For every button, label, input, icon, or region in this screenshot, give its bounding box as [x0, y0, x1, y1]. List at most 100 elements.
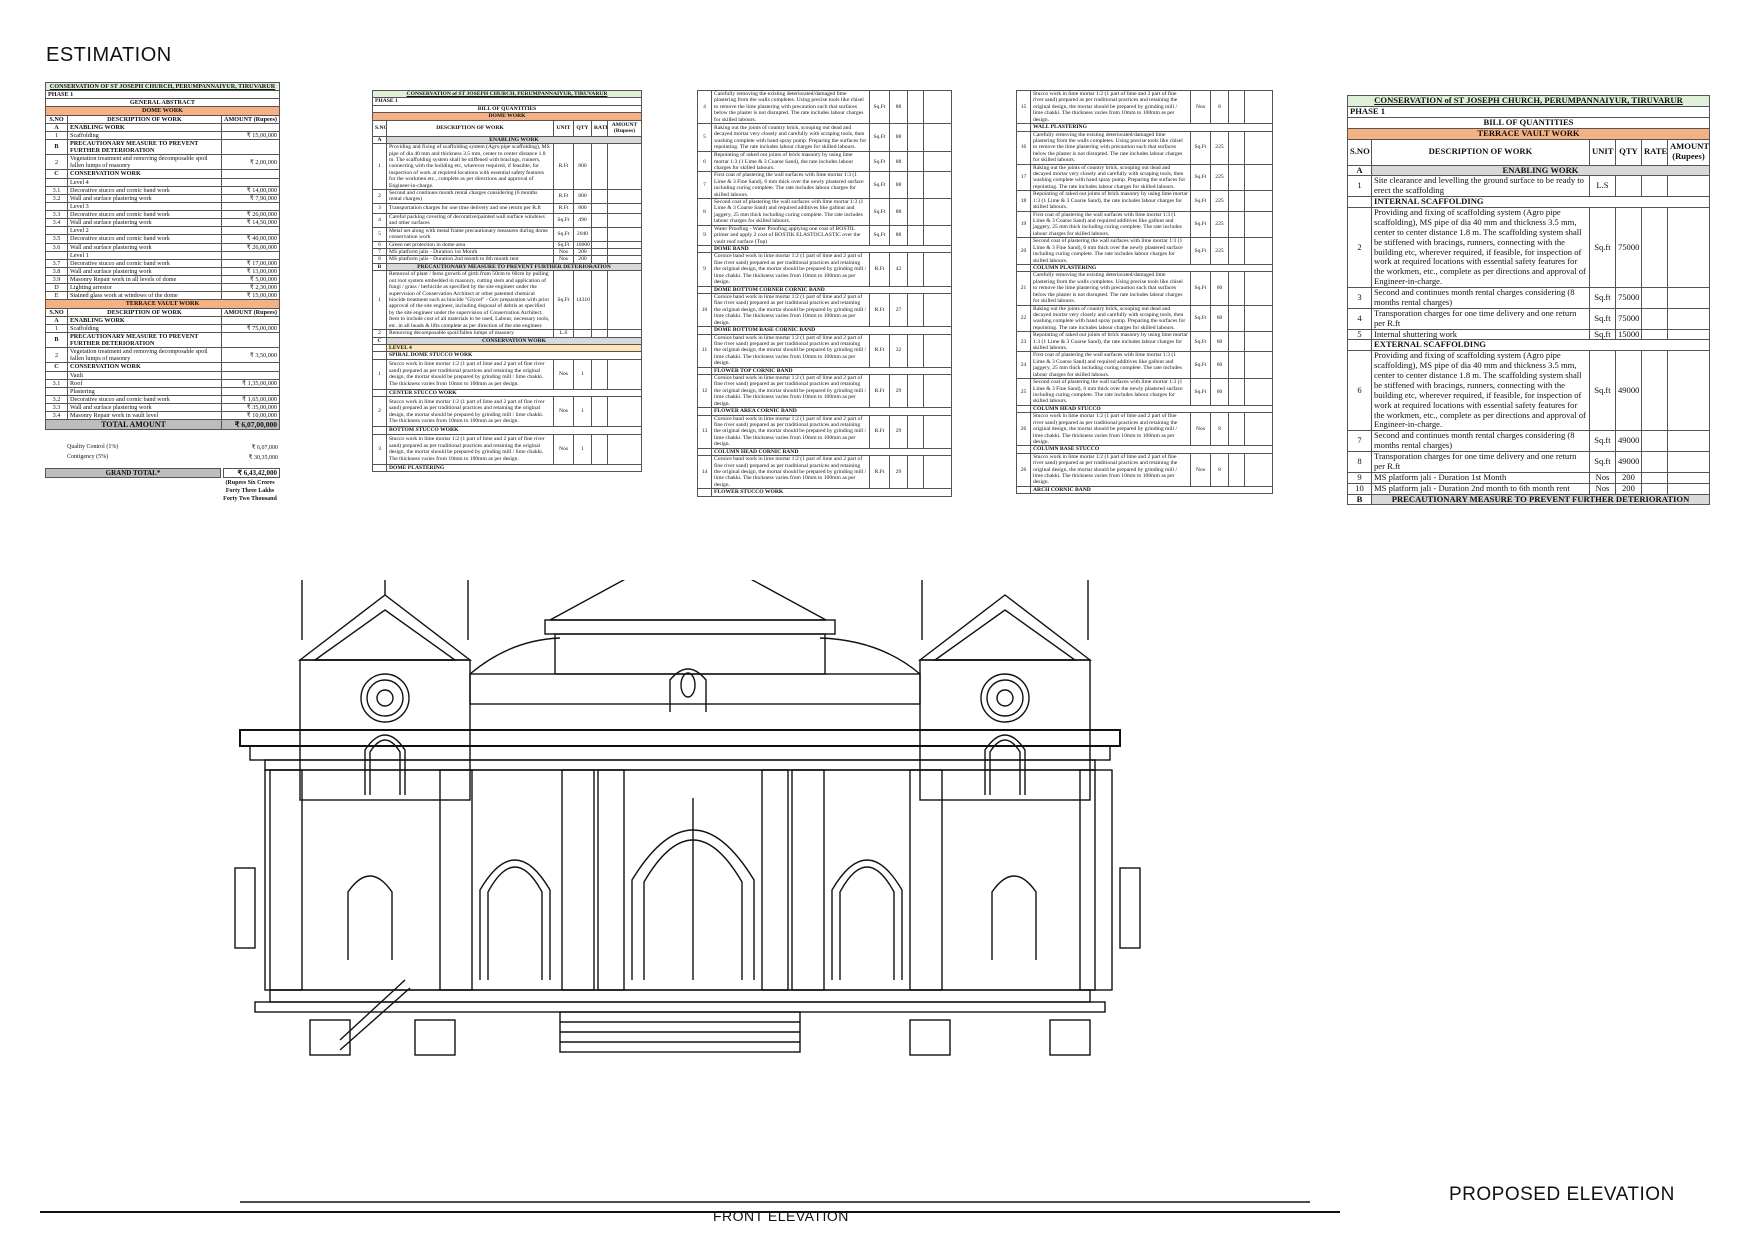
cell-desc: COLUMN HEAD STUCCO	[1030, 404, 1273, 414]
cell-qty: 10000	[572, 240, 592, 250]
cell-amt	[220, 370, 280, 380]
cell-amt	[1244, 190, 1273, 212]
cell-rate	[1228, 190, 1245, 212]
cell-rate	[907, 198, 924, 226]
abstract-title: CONSERVATION OF ST JOSEPH CHURCH, PERUMP…	[45, 82, 280, 92]
right-tower	[915, 539, 1095, 801]
cell-amt	[1666, 328, 1710, 341]
table-row: 23 Repointing of raked out joints of bric…	[1016, 331, 1273, 353]
table-row: B PRECAUTIONARY MEASURE TO PREVENT FURTHE…	[1347, 493, 1710, 506]
cell-rate	[1228, 331, 1245, 353]
cell-unit: Sq.ft	[1588, 430, 1616, 452]
cell-qty: 490	[572, 212, 592, 228]
table-row: 14 Cornice band work in lime mortar 1:2 (…	[697, 455, 952, 490]
table-row: 3 Second and continues month rental charg…	[1347, 287, 1710, 309]
cell-qty: 49000	[1614, 350, 1642, 432]
cell-qty: 29	[889, 414, 908, 449]
table-row: 24 First coat of plastering the wall surf…	[1016, 351, 1273, 380]
proposed-elevation-caption: PROPOSED ELEVATION	[1449, 1184, 1675, 1205]
cell-rate	[907, 90, 924, 125]
table-row: 22 Raking out the joints of country brick…	[1016, 304, 1273, 333]
cell-unit: Sq.Ft	[869, 198, 890, 226]
cell-rate	[590, 212, 608, 228]
cell-qty: 225	[1210, 130, 1229, 165]
cell-sno: 7	[697, 171, 712, 200]
cell-rate	[907, 414, 924, 449]
table-row: 3.4 Masonry Repair work in vault level ₹ 1…	[45, 411, 280, 421]
cell-desc: Cornice band work in lime mortar 1:2 (1 …	[711, 333, 870, 368]
boq-terrace-sheet: CONSERVATION of ST JOSEPH CHURCH, PERUMP…	[1347, 95, 1710, 525]
cell-sno	[1016, 404, 1031, 414]
cell-desc: Stucco work in lime mortar 1:2 (1 part o…	[1030, 90, 1191, 125]
cell-sno: 3.1	[45, 185, 68, 195]
cell-sno: 5	[697, 123, 712, 153]
cell-desc: Scaffolding	[67, 130, 222, 140]
cell-sno	[372, 426, 387, 435]
cell-sno	[45, 386, 68, 396]
cell-sno: A	[372, 135, 387, 145]
cell-qty: 75000	[1614, 287, 1642, 309]
cell-amt: ₹ 26,00,000	[220, 209, 280, 220]
cell-amt	[923, 151, 952, 173]
cell-unit: Sq.Ft	[1190, 130, 1211, 165]
col-amount: AMOUNT (Rupees)	[1666, 138, 1710, 166]
cell-desc: Vegetation treatment and removing decomp…	[67, 154, 222, 171]
table-row: 3.3 Decorative stucco and cornic band wor…	[45, 209, 280, 220]
cell-desc: Scaffolding	[67, 323, 222, 333]
cell-desc: Level 3	[67, 201, 222, 212]
cell-amt	[220, 226, 280, 236]
cell-amt: ₹ 15,00,000	[220, 130, 280, 140]
cell-qty: 225	[1210, 163, 1229, 192]
table-row: Level 4	[45, 177, 280, 187]
col-rate: RATE	[590, 119, 608, 137]
cell-desc: Roof	[67, 378, 222, 388]
cell-sno: 3.5	[45, 234, 68, 244]
cell-amt	[220, 169, 280, 179]
cell-rate	[1228, 210, 1245, 239]
cell-amt	[606, 396, 642, 428]
cell-desc: Lighting arrestor	[67, 283, 222, 293]
cell-sno: 2	[1347, 207, 1372, 288]
total-value: ₹ 6,07,00,000	[220, 419, 280, 431]
cell-desc: Repointing of raked out joints of brick …	[711, 151, 870, 173]
cell-desc: CONSERVATION WORK	[386, 336, 642, 345]
table-row: 3.4 Wall and surface plastering work ₹ 14,…	[45, 218, 280, 228]
cell-sno	[372, 463, 387, 473]
cell-sno: 19	[1016, 210, 1031, 239]
cell-sno: 3.9	[45, 274, 68, 285]
table-row: A ENABLING WORK	[372, 135, 642, 145]
cell-amt	[1244, 378, 1273, 406]
cell-desc: Providing and fixing of scaffolding syst…	[1371, 350, 1590, 432]
cell-amt	[606, 226, 642, 242]
cell-qty: 75000	[1614, 307, 1642, 330]
cell-desc: Green net protection in dome area	[386, 240, 554, 250]
cell-desc: Providing and fixing of scaffolding syst…	[1371, 207, 1590, 288]
table-row: 7 MS platform jalis - Duration 1st Month N…	[372, 247, 642, 257]
cell-desc: FLOWER STUCCO WORK	[711, 488, 952, 497]
cell-desc: Second coat of plastering the wall surfa…	[711, 198, 870, 226]
cell-sno: 14	[697, 455, 712, 490]
cell-amt	[1244, 452, 1273, 487]
cell-unit: R.Ft	[869, 374, 890, 409]
cell-qty: 88	[889, 224, 908, 247]
cell-amt	[923, 374, 952, 409]
cell-unit: Sq.ft	[1588, 451, 1616, 473]
table-row: 5 Internal shuttering work Sq.ft 15000	[1347, 328, 1710, 341]
col-qty: QTY	[572, 119, 592, 137]
cell-unit: Sq.Ft	[1190, 163, 1211, 192]
cell-sno: 2	[372, 329, 387, 338]
table-row: ARCH CORNIC BAND	[1016, 485, 1273, 495]
cell-qty: 49000	[1614, 451, 1642, 473]
cell-qty: 800	[572, 202, 592, 214]
cell-qty: 225	[1210, 190, 1229, 212]
cell-unit: Sq.Ft	[552, 240, 574, 250]
cell-sno	[372, 351, 387, 360]
cell-desc: Decorative stucco and cornic band work	[67, 185, 222, 195]
cell-rate	[1228, 378, 1245, 406]
cell-sno: E	[45, 291, 68, 301]
cell-desc: Decorative stucco and cornic band work	[67, 234, 222, 244]
cell-sno: B	[372, 262, 387, 272]
table-row: 26 Stucco work in lime mortar 1:2 (1 part…	[1016, 412, 1273, 447]
cell-sno	[45, 226, 68, 236]
cell-sno	[697, 488, 712, 497]
